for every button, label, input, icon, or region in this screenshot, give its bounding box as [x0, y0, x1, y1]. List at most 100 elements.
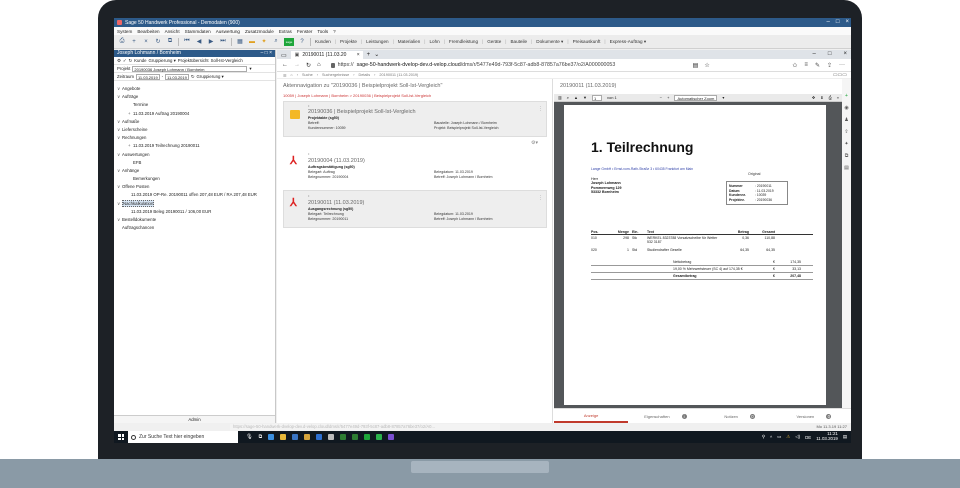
panel-tool-projektuebersicht[interactable]: Projektübersicht: [178, 58, 209, 63]
toolbar-link[interactable]: Express-Auftrag ▾: [610, 39, 647, 45]
panel-tool-kunde[interactable]: Kunde: [134, 58, 146, 63]
app-icon[interactable]: [376, 433, 383, 440]
menu-item[interactable]: Auswertung: [216, 29, 240, 34]
document-card[interactable]: ⅄ • 20190004 (11.03.2019) Auftragsbestät…: [283, 148, 547, 186]
menu-item[interactable]: System: [117, 29, 132, 34]
chevron-down-icon[interactable]: ▾: [722, 95, 724, 100]
clock[interactable]: 11:21 11.03.2019: [816, 432, 838, 441]
edge-icon[interactable]: [268, 433, 275, 440]
layout-icons[interactable]: ▭▭▭: [833, 72, 847, 78]
eye-icon[interactable]: ◉: [844, 105, 848, 111]
menu-item[interactable]: Extras: [279, 29, 292, 34]
date-from-field[interactable]: 11.03.2019: [135, 73, 160, 80]
sage-icon[interactable]: [364, 433, 371, 440]
gear-icon[interactable]: ⚙: [117, 58, 121, 64]
preview-tab[interactable]: Versionen 0: [777, 409, 851, 423]
breadcrumb-item[interactable]: Suche: [302, 73, 313, 77]
project-card[interactable]: • ⋮ 20190036 | Beispielprojekt Soll-Ist-…: [283, 101, 547, 137]
hub-icon[interactable]: ≡: [804, 62, 808, 69]
toolbar-link[interactable]: Lohn: [429, 39, 439, 45]
breadcrumb-item[interactable]: 20190011 (11.03.2019): [379, 73, 418, 77]
tree-node[interactable]: Auftragschancen: [117, 224, 275, 232]
last-icon[interactable]: ⏭: [219, 38, 227, 46]
home-icon[interactable]: ⌂: [290, 73, 292, 77]
toolbar-link[interactable]: Materialien: [398, 39, 420, 45]
tree-node[interactable]: Termine: [117, 101, 275, 109]
more-icon[interactable]: ⋮: [538, 106, 543, 112]
app-icon[interactable]: [388, 433, 395, 440]
breadcrumb-item[interactable]: Suchergebnisse: [322, 73, 349, 77]
sage-icon[interactable]: sage: [284, 37, 294, 46]
preview-tab[interactable]: Eigenschaften i: [628, 409, 702, 423]
menu-item[interactable]: Tools: [317, 29, 328, 34]
warning-icon[interactable]: ⚠: [786, 434, 790, 440]
maximize-icon[interactable]: □: [828, 50, 832, 59]
project-select[interactable]: 20190036 Joseph Lohmann / Bornheim: [132, 65, 248, 72]
preview-tab[interactable]: Anzeige: [554, 409, 629, 423]
forward-icon[interactable]: →: [294, 62, 300, 68]
toolbar-link[interactable]: Bauteile: [510, 39, 527, 45]
store-icon[interactable]: [292, 433, 299, 440]
folder-icon[interactable]: ▬: [248, 38, 256, 46]
toolbar-link[interactable]: Dokumente ▾: [536, 39, 563, 45]
tree-node[interactable]: ∨ Offene Posten: [117, 183, 275, 191]
toolbar-link[interactable]: Geräte: [487, 39, 501, 45]
toolbar-link[interactable]: Preisauskunft: [573, 39, 601, 45]
page-down-icon[interactable]: ▼: [583, 95, 587, 100]
check-icon[interactable]: ✓: [123, 58, 127, 64]
favorites-icon[interactable]: ✩: [792, 62, 797, 69]
toolbar-link[interactable]: Kunden: [315, 39, 331, 45]
app-icon[interactable]: [304, 433, 311, 440]
language-icon[interactable]: DE: [805, 435, 811, 440]
person-icon[interactable]: ⚲: [762, 434, 765, 440]
copy-icon[interactable]: ⧉: [845, 153, 849, 159]
panel-tool-gruppierung[interactable]: Gruppierung ▾: [149, 58, 176, 64]
document-card-selected[interactable]: ⅄ • ⋮ 20190011 (11.03.2019) Ausgangsrech…: [283, 190, 547, 228]
search-icon[interactable]: ⌕: [272, 38, 280, 46]
tree-node[interactable]: ∨ Aufträge: [117, 93, 275, 101]
close-tab-icon[interactable]: ×: [357, 52, 360, 58]
task-view-icon[interactable]: ⧉: [259, 434, 263, 441]
calculator-icon[interactable]: ▦: [236, 38, 244, 46]
search-icon[interactable]: ⌕: [567, 95, 569, 100]
user-icon[interactable]: ♟: [844, 117, 848, 123]
panel-tool-soll-ist[interactable]: Soll-Ist-Vergleich: [211, 58, 243, 63]
page-number-input[interactable]: 1: [591, 94, 602, 101]
menu-icon[interactable]: ☰: [283, 73, 286, 78]
refresh-icon[interactable]: ↻: [128, 58, 132, 64]
tree-node[interactable]: ∨ Bestelldokumente: [117, 216, 275, 224]
refresh-icon[interactable]: ↻: [191, 74, 195, 80]
reading-view-icon[interactable]: ▤: [693, 62, 699, 69]
url-bar[interactable]: https://sage-50-handwerk-dvelop-dev.d-ve…: [327, 61, 687, 70]
next-icon[interactable]: ▶: [207, 38, 215, 46]
more-icon[interactable]: »: [837, 95, 839, 100]
tab-menu-icon[interactable]: ▭: [281, 52, 287, 59]
menu-item[interactable]: Ansicht: [165, 29, 180, 34]
tree-node[interactable]: +11.03.2019 Teilrechnung 20190011: [117, 142, 275, 150]
word-icon[interactable]: [316, 433, 323, 440]
excel-icon[interactable]: [340, 433, 347, 440]
menu-item[interactable]: Bearbeiten: [137, 29, 159, 34]
tree-node[interactable]: 11.03.2019 OP-Re. 20190011 offen 207,48 …: [117, 191, 275, 199]
gear-icon[interactable]: ⚙▾: [531, 140, 538, 146]
page-up-icon[interactable]: ▲: [574, 95, 578, 100]
tree-node[interactable]: 11.03.2019 Beleg 20190011 / 106,00 EUR: [117, 208, 275, 216]
chevron-down-icon[interactable]: ⌄: [374, 51, 379, 58]
new-tab-icon[interactable]: +: [367, 52, 371, 58]
menu-item[interactable]: ?: [333, 29, 336, 34]
taskbar-search[interactable]: Zur Suche Text hier eingeben: [128, 431, 238, 443]
star-icon[interactable]: ✦: [260, 38, 268, 46]
explorer-icon[interactable]: [280, 433, 287, 440]
toolbar-link[interactable]: Leistungen: [366, 39, 388, 45]
file-path[interactable]: 10059 | Joseph Lohmann | Bornheim > 2019…: [277, 89, 552, 98]
pdf-canvas[interactable]: 1. Teilrechnung Lange GmbH • Ernst-vom-R…: [554, 102, 842, 408]
maximize-icon[interactable]: □: [836, 18, 840, 27]
tree-node[interactable]: +11.03.2019 Auftrag 20190004: [117, 110, 275, 118]
print-icon[interactable]: ⎙: [118, 38, 126, 46]
note-icon[interactable]: ✎: [815, 62, 820, 69]
prev-icon[interactable]: ◀: [195, 38, 203, 46]
sidebar-toggle-icon[interactable]: ▥: [558, 95, 562, 100]
zoom-out-icon[interactable]: −: [660, 95, 662, 100]
pin-icon[interactable]: ✦: [844, 141, 848, 147]
copy-icon[interactable]: ⧉: [166, 38, 174, 46]
